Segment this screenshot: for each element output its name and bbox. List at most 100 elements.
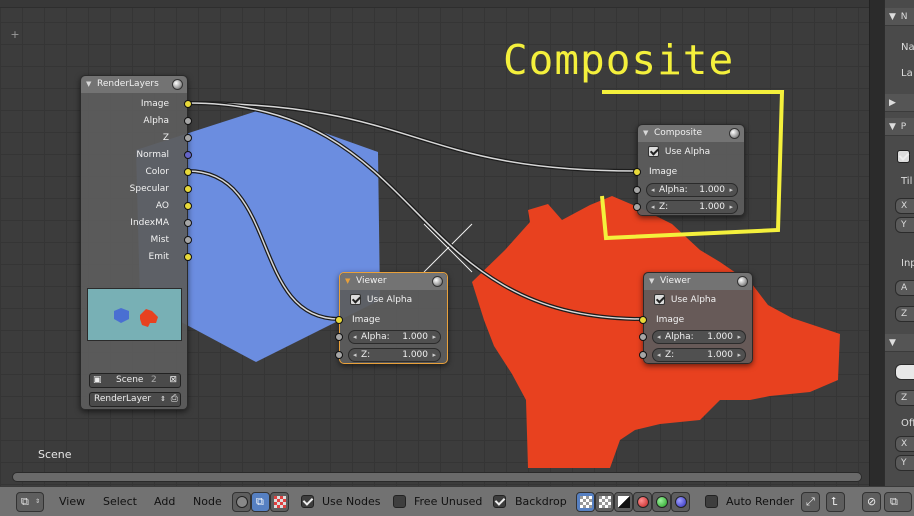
offset-x-field[interactable]: X (895, 436, 914, 452)
node-header[interactable]: ▼ RenderLayers (81, 76, 187, 93)
auto-render-checkbox[interactable] (705, 495, 718, 508)
preview-sphere-icon[interactable] (729, 128, 740, 139)
preview-sphere-icon[interactable] (172, 79, 183, 90)
viewer-node-left[interactable]: ▼ Viewer Use Alpha Image ◂ Alpha: 1.000 … (335, 272, 448, 364)
menu-node[interactable]: Node (193, 495, 222, 508)
tile-y-field[interactable]: Y (895, 217, 914, 233)
use-nodes-checkbox[interactable] (301, 495, 314, 508)
link-button[interactable]: ⊘ (862, 492, 881, 512)
backdrop-channel-red-button[interactable] (633, 492, 652, 512)
shader-nodes-button[interactable] (232, 492, 251, 512)
checker-icon[interactable] (895, 364, 914, 380)
panel-section-header[interactable]: ▼ N (885, 8, 914, 26)
output-normal-socket[interactable] (184, 151, 192, 159)
render-layer-selector[interactable]: RenderLayer ⇕ ⎙ (89, 392, 181, 407)
editor-type-menu[interactable]: ⧉ ⇕ (16, 492, 44, 512)
output-specular-socket[interactable] (184, 185, 192, 193)
collapse-arrow-icon[interactable]: ▼ (643, 125, 648, 142)
node-header[interactable]: ▼ Viewer (340, 273, 447, 290)
horizontal-scrollbar[interactable] (12, 472, 862, 482)
panel-section-header[interactable]: ▼ P (885, 118, 914, 136)
output-ao-socket[interactable] (184, 202, 192, 210)
render-layers-node[interactable]: ▼ RenderLayers Image Alpha Z Normal Colo… (80, 75, 192, 410)
compositing-nodes-button[interactable]: ⧉ (251, 492, 270, 512)
collapse-arrow-icon[interactable]: ▼ (345, 273, 350, 290)
composite-node[interactable]: ▼ Composite Use Alpha Image ◂ Alpha: 1.0… (633, 124, 745, 216)
viewer-node-right[interactable]: ▼ Viewer Use Alpha Image ◂ Alpha: 1.000 … (639, 272, 753, 364)
input-a-field[interactable]: A (895, 280, 914, 296)
node-header[interactable]: ▼ Viewer (644, 273, 752, 290)
decrement-arrow-icon[interactable]: ◂ (353, 349, 357, 361)
copy-button[interactable]: ⧉ (884, 492, 912, 512)
input-z-socket[interactable] (633, 203, 641, 211)
decrement-arrow-icon[interactable]: ◂ (651, 201, 655, 213)
input-alpha-socket[interactable] (335, 333, 343, 341)
menu-view[interactable]: View (59, 495, 85, 508)
backdrop-channel-bw-button[interactable] (614, 492, 633, 512)
output-color-socket[interactable] (184, 168, 192, 176)
input-image-socket[interactable] (335, 316, 343, 324)
parent-button[interactable]: ⮤ (826, 492, 845, 512)
properties-panel[interactable]: ▼ N Na La ▶ ▼ P Til X Y Inp A Z ▼ Z Off … (884, 0, 914, 486)
use-alpha-checkbox[interactable] (350, 294, 361, 305)
use-alpha-checkbox[interactable] (654, 294, 665, 305)
texture-nodes-button[interactable] (270, 492, 289, 512)
output-image-socket[interactable] (184, 100, 192, 108)
input-z-field[interactable]: Z (895, 306, 914, 322)
collapse-arrow-icon[interactable]: ▼ (86, 76, 91, 93)
input-alpha-socket[interactable] (639, 333, 647, 341)
snap-button[interactable]: ⤢ (801, 492, 820, 512)
node-editor[interactable]: + Composite ▼ RenderLayers Image Alpha Z… (0, 0, 870, 486)
use-alpha-option[interactable]: Use Alpha (350, 293, 412, 307)
alpha-field[interactable]: ◂ Alpha: 1.000 ▸ (652, 330, 746, 344)
scene-selector[interactable]: ▣ Scene 2 ⊠ (89, 373, 181, 388)
backdrop-channel-alpha-button[interactable] (595, 492, 614, 512)
tile-x-field[interactable]: X (895, 198, 914, 214)
use-alpha-option[interactable]: Use Alpha (648, 145, 710, 159)
z-field[interactable]: ◂ Z: 1.000 ▸ (348, 348, 441, 362)
panel-checkbox[interactable] (897, 150, 910, 163)
backdrop-channel-blue-button[interactable] (671, 492, 690, 512)
preview-sphere-icon[interactable] (737, 276, 748, 287)
output-alpha-socket[interactable] (184, 117, 192, 125)
decrement-arrow-icon[interactable]: ◂ (657, 331, 661, 343)
output-indexma-socket[interactable] (184, 219, 192, 227)
decrement-arrow-icon[interactable]: ◂ (657, 349, 661, 361)
z-field[interactable]: ◂ Z: 1.000 ▸ (646, 200, 738, 214)
alpha-field[interactable]: ◂ Alpha: 1.000 ▸ (646, 183, 738, 197)
increment-arrow-icon[interactable]: ▸ (729, 184, 733, 196)
free-unused-checkbox[interactable] (393, 495, 406, 508)
panel-section-header[interactable]: ▶ (885, 94, 914, 112)
menu-select[interactable]: Select (103, 495, 137, 508)
preview-sphere-icon[interactable] (432, 276, 443, 287)
use-alpha-option[interactable]: Use Alpha (654, 293, 716, 307)
input-alpha-socket[interactable] (633, 186, 641, 194)
input-z-socket[interactable] (639, 351, 647, 359)
render-icon[interactable]: ⎙ (171, 393, 178, 406)
backdrop-channel-rgb-button[interactable] (576, 492, 595, 512)
backdrop-checkbox[interactable] (493, 495, 506, 508)
use-alpha-checkbox[interactable] (648, 146, 659, 157)
offset-y-field[interactable]: Y (895, 455, 914, 471)
increment-arrow-icon[interactable]: ▸ (737, 331, 741, 343)
unlink-icon[interactable]: ⊠ (169, 374, 177, 387)
input-z-socket[interactable] (335, 351, 343, 359)
decrement-arrow-icon[interactable]: ◂ (651, 184, 655, 196)
increment-arrow-icon[interactable]: ▸ (432, 349, 436, 361)
collapse-arrow-icon[interactable]: ▼ (649, 273, 654, 290)
increment-arrow-icon[interactable]: ▸ (729, 201, 733, 213)
output-emit-socket[interactable] (184, 253, 192, 261)
z-field[interactable]: Z (895, 390, 914, 406)
menu-add[interactable]: Add (154, 495, 175, 508)
panel-section-header[interactable]: ▼ (885, 334, 914, 352)
increment-arrow-icon[interactable]: ▸ (432, 331, 436, 343)
alpha-field[interactable]: ◂ Alpha: 1.000 ▸ (348, 330, 441, 344)
output-z-socket[interactable] (184, 134, 192, 142)
input-image-socket[interactable] (639, 316, 647, 324)
backdrop-channel-green-button[interactable] (652, 492, 671, 512)
increment-arrow-icon[interactable]: ▸ (737, 349, 741, 361)
output-mist-socket[interactable] (184, 236, 192, 244)
decrement-arrow-icon[interactable]: ◂ (353, 331, 357, 343)
node-header[interactable]: ▼ Composite (638, 125, 744, 142)
input-image-socket[interactable] (633, 168, 641, 176)
